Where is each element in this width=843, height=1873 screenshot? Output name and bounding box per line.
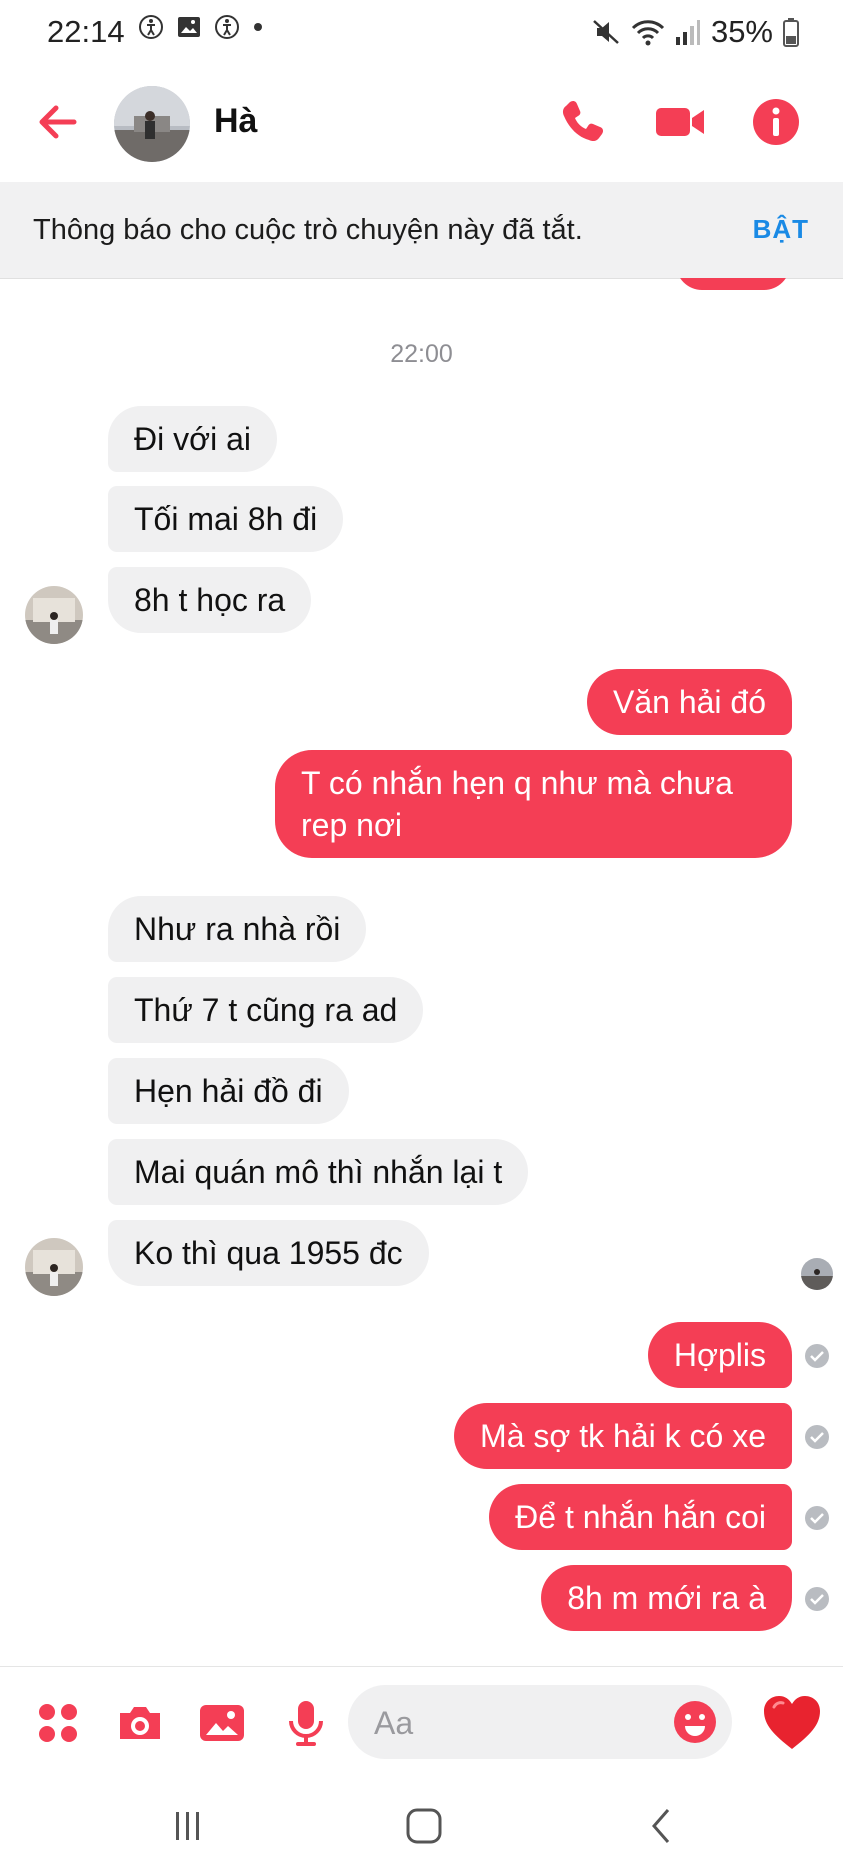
outgoing-message[interactable]: T có nhắn hẹn q như mà chưa rep nơi [275,750,792,858]
accessibility-icon [215,15,239,39]
mute-icon [593,20,619,44]
recent-apps-icon[interactable] [168,1806,208,1846]
back-arrow-icon[interactable] [30,94,86,150]
outgoing-message[interactable]: Để t nhắn hắn coi [489,1484,792,1550]
delivered-check-icon [805,1587,829,1611]
status-bar: 22:14 35% [0,0,843,64]
outgoing-message[interactable]: Văn hải đó [586,669,792,735]
incoming-message[interactable]: Đi với ai [108,406,277,472]
muted-notice-text: Thông báo cho cuộc trò chuyện này đã tắt… [33,214,583,246]
outgoing-message[interactable]: Mà sợ tk hải k có xe [454,1403,792,1469]
emoji-icon[interactable] [672,1699,718,1745]
video-icon[interactable] [652,94,708,150]
conversation-header: Hà [0,64,843,182]
message-input-wrapper [348,1685,732,1759]
timestamp-separator: 22:00 [390,340,453,368]
battery-icon [783,18,799,47]
incoming-message[interactable]: Ko thì qua 1955 đc [108,1220,429,1286]
apps-icon[interactable] [32,1697,84,1749]
previous-message-bubble [676,278,790,290]
delivered-check-icon [805,1506,829,1530]
camera-icon[interactable] [114,1697,166,1749]
incoming-message[interactable]: 8h t học ra [108,567,312,633]
incoming-message[interactable]: Hẹn hải đồ đi [108,1058,349,1124]
delivered-check-icon [805,1344,829,1368]
read-receipt-avatar [801,1258,833,1290]
accessibility-icon [139,15,163,39]
heart-icon[interactable] [760,1691,824,1755]
signal-icon [675,20,700,45]
gallery-icon[interactable] [196,1697,248,1749]
outgoing-message[interactable]: 8h m mới ra à [541,1565,792,1631]
status-system-icons: 35% [591,14,799,50]
delivered-check-icon [805,1425,829,1449]
sender-avatar[interactable] [25,586,83,644]
microphone-icon[interactable] [280,1697,332,1749]
muted-notice-bar: Thông báo cho cuộc trò chuyện này đã tắt… [0,182,843,279]
contact-name[interactable]: Hà [214,102,257,141]
message-input[interactable] [372,1699,646,1747]
wifi-icon [631,20,665,46]
incoming-message[interactable]: Tối mai 8h đi [108,486,344,552]
system-navigation-bar [0,1776,843,1873]
incoming-message[interactable]: Thứ 7 t cũng ra ad [108,977,424,1043]
message-composer [0,1666,843,1777]
outgoing-message[interactable]: Hợplis [647,1322,792,1388]
status-time: 22:14 [47,14,125,49]
dot-icon [254,23,262,31]
home-icon[interactable] [404,1806,444,1846]
unmute-button[interactable]: BẬT [753,214,809,245]
back-icon[interactable] [642,1806,682,1846]
contact-avatar[interactable] [114,86,190,162]
incoming-message[interactable]: Mai quán mô thì nhắn lại t [108,1139,529,1205]
status-notification-icons [138,14,264,40]
info-icon[interactable] [748,94,804,150]
sender-avatar[interactable] [25,1238,83,1296]
battery-percent: 35% [710,14,773,49]
phone-icon[interactable] [556,94,612,150]
incoming-message[interactable]: Như ra nhà rồi [108,896,367,962]
message-list[interactable]: 22:00 Đi với ai Tối mai 8h đi 8h t học r… [0,278,843,1666]
image-icon [178,17,200,37]
